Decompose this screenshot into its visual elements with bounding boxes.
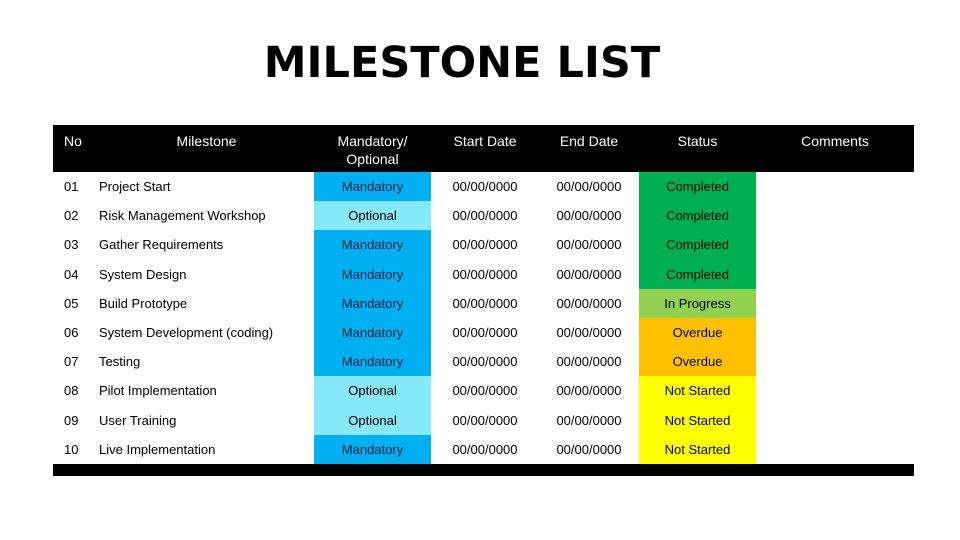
row-comments	[756, 318, 914, 347]
row-type: Mandatory	[314, 347, 431, 377]
row-status: Not Started	[639, 376, 756, 406]
row-comments	[756, 376, 914, 405]
row-milestone: System Design	[99, 266, 187, 282]
header-mandatory-optional: Mandatory/ Optional	[314, 125, 431, 172]
row-no: 08	[64, 383, 79, 399]
row-end-date: 00/00/0000	[556, 266, 622, 282]
row-status: Not Started	[639, 434, 756, 464]
row-type: Optional	[314, 405, 431, 435]
milestone-table: No Milestone Mandatory/ Optional Start D…	[53, 125, 914, 476]
row-milestone: Live Implementation	[99, 441, 216, 457]
row-type: Mandatory	[314, 259, 431, 289]
row-end-date: 00/00/0000	[556, 354, 622, 370]
header-no: No	[64, 133, 82, 149]
row-status: Completed	[639, 201, 756, 231]
row-end-date: 00/00/0000	[556, 325, 622, 341]
row-no: 09	[64, 412, 79, 428]
row-milestone: Risk Management Workshop	[99, 208, 266, 224]
header-status: Status	[677, 133, 718, 149]
header-start-date: Start Date	[453, 133, 517, 149]
row-type: Mandatory	[314, 317, 431, 348]
header-comments: Comments	[801, 133, 869, 149]
table-body: 01 Project Start Mandatory 00/00/0000 00/00/…	[53, 172, 914, 464]
header-mandatory-label: Mandatory/	[337, 133, 408, 149]
row-type: Mandatory	[314, 288, 431, 318]
row-end-date: 00/00/0000	[556, 295, 622, 311]
table-row: 01 Project Start Mandatory 00/00/0000 00/00/…	[53, 172, 914, 202]
table-row: 08 Pilot Implementation Optional 00/00/0000…	[53, 376, 914, 406]
row-start-date: 00/00/0000	[452, 295, 518, 311]
row-end-date: 00/00/0000	[556, 383, 622, 399]
header-optional-label: Optional	[346, 151, 399, 167]
row-status: Completed	[639, 259, 756, 289]
row-milestone: Pilot Implementation	[99, 383, 217, 399]
row-start-date: 00/00/0000	[452, 179, 518, 195]
row-type: Mandatory	[314, 434, 431, 464]
header-end-date: End Date	[559, 133, 619, 149]
row-start-date: 00/00/0000	[452, 383, 518, 399]
page-title: MILESTONE LIST	[263, 38, 661, 88]
row-milestone: Build Prototype	[99, 295, 188, 311]
row-comments	[756, 289, 914, 318]
row-end-date: 00/00/0000	[556, 441, 622, 457]
row-milestone: User Training	[99, 412, 177, 428]
row-no: 04	[64, 266, 79, 282]
row-comments	[756, 260, 914, 289]
row-start-date: 00/00/0000	[452, 266, 518, 282]
row-comments	[756, 347, 914, 376]
table-header: No Milestone Mandatory/ Optional Start D…	[53, 125, 914, 172]
row-comments	[756, 201, 914, 230]
row-status: Completed	[639, 230, 756, 260]
row-type: Mandatory	[314, 230, 431, 260]
table-row: 03 Gather Requirements Mandatory 00/00/0000…	[53, 230, 914, 260]
row-no: 05	[64, 295, 79, 311]
row-end-date: 00/00/0000	[556, 237, 622, 253]
row-milestone: Testing	[99, 354, 141, 370]
row-status: Overdue	[639, 317, 756, 348]
row-type: Optional	[314, 201, 431, 231]
table-footer-bar	[53, 463, 914, 476]
row-start-date: 00/00/0000	[452, 208, 518, 224]
table-row: 10 Live Implementation Mandatory 00/00/0000…	[53, 434, 914, 464]
row-no: 03	[64, 237, 79, 253]
row-type: Mandatory	[314, 172, 431, 202]
row-status: Not Started	[639, 405, 756, 435]
table-row: 06 System Development (coding) Mandatory 00…	[53, 317, 914, 348]
row-start-date: 00/00/0000	[452, 325, 518, 341]
header-milestone: Milestone	[176, 133, 237, 149]
row-no: 07	[64, 354, 79, 370]
row-no: 02	[64, 208, 79, 224]
row-end-date: 00/00/0000	[556, 179, 622, 195]
row-start-date: 00/00/0000	[452, 237, 518, 253]
row-status: Completed	[639, 172, 756, 202]
row-start-date: 00/00/0000	[452, 441, 518, 457]
row-status: Overdue	[639, 347, 756, 377]
row-type: Optional	[314, 376, 431, 406]
row-status: In Progress	[639, 288, 756, 318]
row-comments	[756, 230, 914, 259]
row-no: 10	[64, 441, 79, 457]
table-row: 02 Risk Management Workshop Optional 00/00/…	[53, 201, 914, 231]
row-comments	[756, 435, 914, 464]
row-start-date: 00/00/0000	[452, 354, 518, 370]
row-no: 01	[64, 179, 79, 195]
row-no: 06	[64, 325, 79, 341]
row-end-date: 00/00/0000	[556, 208, 622, 224]
row-end-date: 00/00/0000	[556, 412, 622, 428]
table-row: 09 User Training Optional 00/00/0000 00/00/0…	[53, 405, 914, 435]
row-comments	[756, 172, 914, 201]
table-row: 05 Build Prototype Mandatory 00/00/0000 00/0…	[53, 288, 914, 318]
row-start-date: 00/00/0000	[452, 412, 518, 428]
row-milestone: System Development (coding)	[99, 325, 274, 341]
table-row: 07 Testing Mandatory 00/00/0000 00/00/0000 Ov…	[53, 347, 914, 377]
row-comments	[756, 406, 914, 435]
row-milestone: Gather Requirements	[99, 237, 224, 253]
row-milestone: Project Start	[99, 179, 171, 195]
table-row: 04 System Design Mandatory 00/00/0000 00/00/…	[53, 259, 914, 289]
